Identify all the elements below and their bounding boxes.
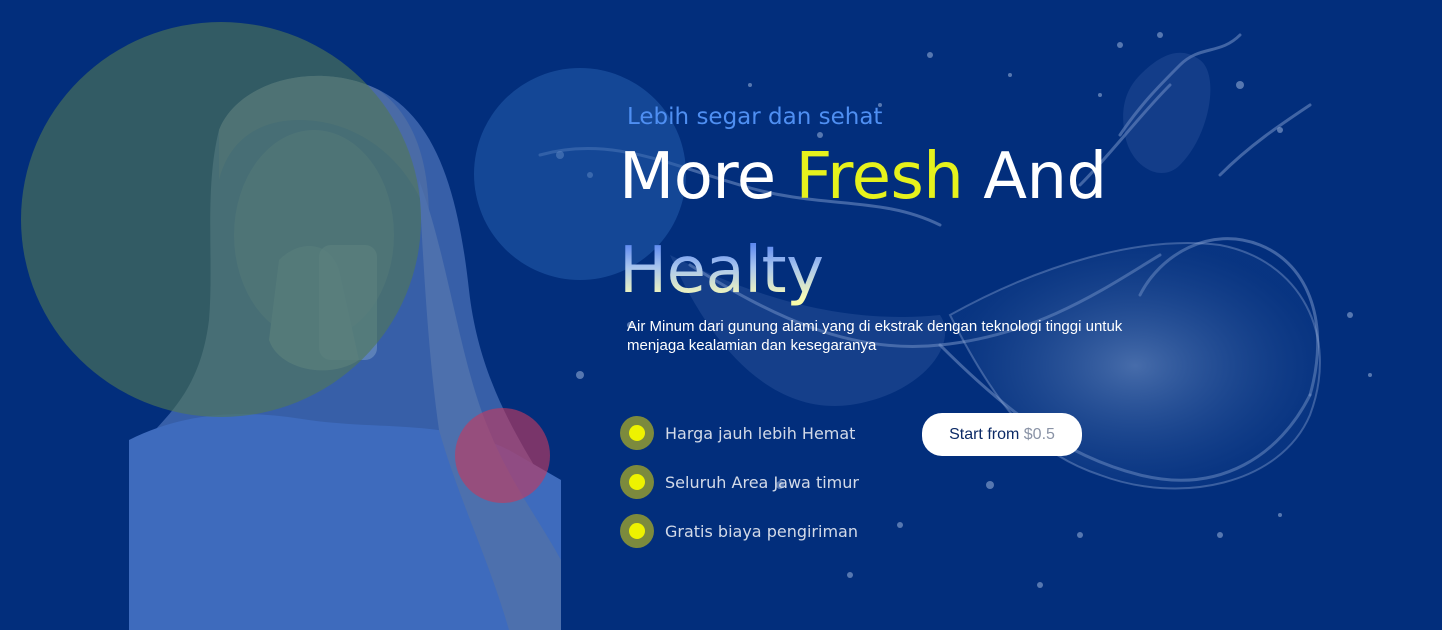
headline-accent-fresh: Fresh	[795, 140, 964, 214]
hero-description: Air Minum dari gunung alami yang di ekst…	[627, 318, 1123, 354]
bullet-dot-icon	[629, 425, 645, 441]
decorative-red-circle	[455, 408, 550, 503]
feature-item: Gratis biaya pengiriman	[620, 514, 859, 548]
hero-subtitle: Lebih segar dan sehat	[627, 104, 883, 130]
headline-text-and: And	[963, 140, 1107, 214]
bullet-icon	[620, 465, 654, 499]
cta-label: Start from	[949, 425, 1020, 443]
feature-label: Gratis biaya pengiriman	[665, 521, 858, 541]
feature-label: Harga jauh lebih Hemat	[665, 423, 856, 443]
hero-section: Lebih segar dan sehat More Fresh And Heal…	[0, 0, 1442, 630]
headline-gradient-healty: Healty	[619, 234, 824, 308]
cta-price: $0.5	[1023, 425, 1055, 443]
feature-label: Seluruh Area Jawa timur	[665, 472, 859, 492]
feature-item: Harga jauh lebih Hemat	[620, 416, 859, 450]
headline-text-more: More	[619, 140, 796, 214]
bullet-icon	[620, 514, 654, 548]
decorative-green-circle	[21, 22, 421, 417]
hero-headline: More Fresh And Healty	[619, 130, 1239, 318]
bullet-dot-icon	[629, 523, 645, 539]
feature-list: Harga jauh lebih Hemat Seluruh Area Jawa…	[620, 416, 859, 563]
start-from-button[interactable]: Start from $0.5	[922, 413, 1082, 456]
bullet-icon	[620, 416, 654, 450]
bullet-dot-icon	[629, 474, 645, 490]
feature-item: Seluruh Area Jawa timur	[620, 465, 859, 499]
